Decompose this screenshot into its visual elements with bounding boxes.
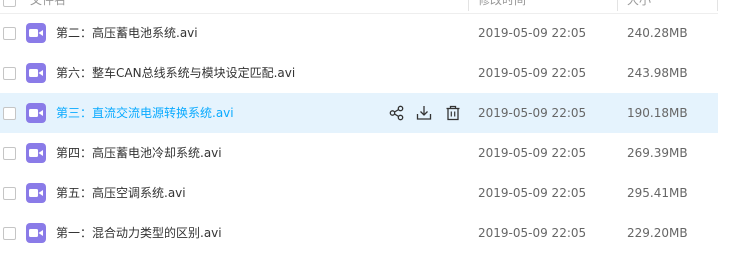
file-modified-date: 2019-05-09 22:05 xyxy=(478,106,587,120)
file-name[interactable]: 第一：混合动力类型的区别.avi xyxy=(56,223,222,243)
file-size: 240.28MB xyxy=(627,26,688,40)
file-size: 190.18MB xyxy=(627,106,688,120)
file-modified-date: 2019-05-09 22:05 xyxy=(478,26,587,40)
column-divider[interactable] xyxy=(617,0,618,11)
file-name[interactable]: 第二：高压蓄电池系统.avi xyxy=(56,23,198,43)
file-name[interactable]: 第三：直流交流电源转换系统.avi xyxy=(56,103,234,123)
column-divider[interactable] xyxy=(468,0,469,11)
column-header-size[interactable]: 大小 xyxy=(627,0,651,10)
file-name[interactable]: 第六：整车CAN总线系统与模块设定匹配.avi xyxy=(56,63,295,83)
row-checkbox[interactable] xyxy=(3,67,16,80)
file-modified-date: 2019-05-09 22:05 xyxy=(478,66,587,80)
column-header-modified[interactable]: 修改时间 xyxy=(478,0,526,10)
file-modified-date: 2019-05-09 22:05 xyxy=(478,226,587,240)
file-list: 第二：高压蓄电池系统.avi 2019-05-09 22:05 240.28MB… xyxy=(0,13,747,253)
download-icon[interactable] xyxy=(415,104,433,122)
file-size: 295.41MB xyxy=(627,186,688,200)
file-modified-date: 2019-05-09 22:05 xyxy=(478,186,587,200)
share-icon[interactable] xyxy=(388,104,406,122)
video-file-icon xyxy=(26,103,46,123)
file-row[interactable]: 第六：整车CAN总线系统与模块设定匹配.avi 2019-05-09 22:05… xyxy=(0,53,718,93)
row-checkbox[interactable] xyxy=(3,187,16,200)
file-size: 269.39MB xyxy=(627,146,688,160)
file-list-header: 文件名 修改时间 大小 xyxy=(0,0,718,14)
row-checkbox[interactable] xyxy=(3,107,16,120)
file-row[interactable]: 第一：混合动力类型的区别.avi 2019-05-09 22:05 229.20… xyxy=(0,213,718,253)
column-divider[interactable] xyxy=(717,0,718,11)
video-file-icon xyxy=(26,183,46,203)
row-checkbox[interactable] xyxy=(3,147,16,160)
file-list-page: 文件名 修改时间 大小 第二：高压蓄电池系统.avi 2019-05-09 22… xyxy=(0,0,747,262)
delete-icon[interactable] xyxy=(444,104,462,122)
row-checkbox[interactable] xyxy=(3,227,16,240)
video-file-icon xyxy=(26,223,46,243)
column-header-name[interactable]: 文件名 xyxy=(30,0,66,10)
video-file-icon xyxy=(26,143,46,163)
file-name[interactable]: 第四：高压蓄电池冷却系统.avi xyxy=(56,143,222,163)
file-modified-date: 2019-05-09 22:05 xyxy=(478,146,587,160)
file-row-hovered[interactable]: 第三：直流交流电源转换系统.avi 2019-05-09 22:05 190.1… xyxy=(0,93,718,133)
file-size: 229.20MB xyxy=(627,226,688,240)
video-file-icon xyxy=(26,23,46,43)
file-row[interactable]: 第二：高压蓄电池系统.avi 2019-05-09 22:05 240.28MB xyxy=(0,13,718,53)
file-row[interactable]: 第四：高压蓄电池冷却系统.avi 2019-05-09 22:05 269.39… xyxy=(0,133,718,173)
file-row[interactable]: 第五：高压空调系统.avi 2019-05-09 22:05 295.41MB xyxy=(0,173,718,213)
file-name[interactable]: 第五：高压空调系统.avi xyxy=(56,183,186,203)
row-checkbox[interactable] xyxy=(3,27,16,40)
file-size: 243.98MB xyxy=(627,66,688,80)
video-file-icon xyxy=(26,63,46,83)
select-all-checkbox[interactable] xyxy=(3,0,16,7)
